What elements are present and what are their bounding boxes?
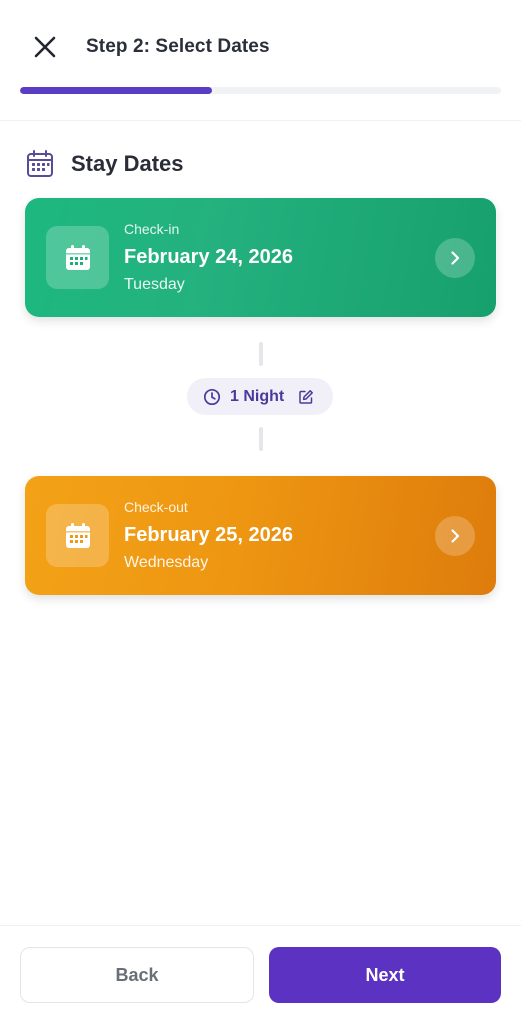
- calendar-icon: [25, 149, 55, 179]
- checkin-label: Check-in: [124, 221, 180, 237]
- checkin-date: February 24, 2026: [124, 246, 293, 268]
- close-button[interactable]: [27, 29, 63, 65]
- chevron-right-icon: [451, 529, 460, 543]
- calendar-icon: [46, 226, 109, 289]
- select-dates-screen: Step 2: Select Dates Stay Dates Check-in…: [0, 0, 521, 1024]
- checkout-label: Check-out: [124, 499, 188, 515]
- section-header: Stay Dates: [25, 147, 184, 181]
- checkout-date: February 25, 2026: [124, 524, 293, 546]
- chevron-right-icon: [451, 251, 460, 265]
- back-button[interactable]: Back: [20, 947, 254, 1003]
- checkout-card[interactable]: Check-out February 25, 2026 Wednesday: [25, 476, 496, 595]
- checkin-card[interactable]: Check-in February 24, 2026 Tuesday: [25, 198, 496, 317]
- page-title: Step 2: Select Dates: [86, 36, 270, 57]
- checkout-arrow-button[interactable]: [435, 516, 475, 556]
- checkin-arrow-button[interactable]: [435, 238, 475, 278]
- header-divider: [0, 120, 521, 121]
- section-title: Stay Dates: [71, 151, 184, 176]
- calendar-icon: [46, 504, 109, 567]
- checkout-weekday: Wednesday: [124, 554, 209, 571]
- header: Step 2: Select Dates: [0, 0, 521, 96]
- footer-divider: [0, 925, 521, 926]
- nights-badge[interactable]: 1 Night: [187, 378, 333, 415]
- connector-line: [259, 342, 263, 366]
- next-button[interactable]: Next: [269, 947, 501, 1003]
- progress-fill: [20, 87, 213, 94]
- progress-bar: [20, 87, 501, 94]
- close-icon: [34, 36, 56, 58]
- edit-icon[interactable]: [298, 389, 314, 405]
- connector-line: [259, 427, 263, 451]
- clock-icon: [203, 388, 221, 405]
- checkin-weekday: Tuesday: [124, 276, 185, 293]
- nights-count: 1 Night: [230, 387, 285, 405]
